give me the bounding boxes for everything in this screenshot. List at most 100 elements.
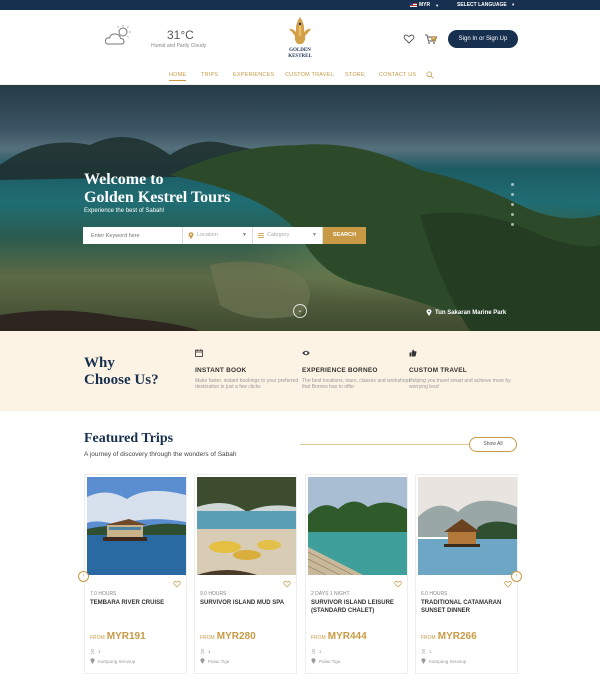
chevron-down-icon: ▼ — [511, 2, 516, 7]
site-header: 31°C Humid and Partly Cloudy GOLDEN KEST… — [0, 10, 600, 85]
keyword-input[interactable] — [83, 227, 183, 244]
feature-instant-book: INSTANT BOOK Make faster, instant bookin… — [195, 349, 310, 390]
weather-condition: Humid and Partly Cloudy — [151, 43, 207, 49]
user-icon — [421, 649, 426, 654]
price-prefix: FROM — [421, 635, 436, 641]
trip-price: FROM MYR280 — [200, 631, 256, 642]
hero-place-name: Tun Sakaran Marine Park — [435, 309, 507, 316]
feature-desc: Helping you travel smart and achieve mor… — [409, 378, 511, 390]
currency-label: MYR — [419, 2, 431, 8]
user-icon — [200, 649, 205, 654]
feature-title: INSTANT BOOK — [195, 367, 247, 374]
temperature: 31°C — [167, 28, 194, 42]
chevron-down-icon: ▼ — [242, 232, 247, 238]
list-icon — [258, 233, 264, 238]
category-select[interactable]: Category ▼ — [253, 227, 323, 244]
trip-pax: 1 — [311, 649, 322, 654]
favorite-heart-icon[interactable] — [173, 580, 181, 588]
why-choose-us-section: Why Choose Us? INSTANT BOOK Make faster,… — [0, 331, 600, 411]
nav-trips[interactable]: TRIPS — [201, 72, 218, 78]
favorite-heart-icon[interactable] — [283, 580, 291, 588]
nav-experiences[interactable]: EXPERIENCES — [233, 72, 274, 78]
carousel-prev-button[interactable]: ‹ — [78, 571, 89, 582]
location-name: Kampung Serusup — [429, 658, 467, 664]
location-select[interactable]: Location ▼ — [183, 227, 253, 244]
search-icon[interactable] — [426, 71, 434, 79]
user-icon — [311, 649, 316, 654]
pax-count: 1 — [98, 649, 101, 654]
nav-custom-travel[interactable]: CUSTOM TRAVEL — [285, 72, 334, 78]
trip-location: Pulau Tiga — [200, 658, 229, 664]
trip-card[interactable]: 6.0 HOURS TRADITIONAL CATAMARAN SUNSET D… — [415, 474, 518, 674]
trip-card[interactable]: 2 DAYS 1 NIGHT SURVIVOR ISLAND LEISURE (… — [305, 474, 408, 674]
chevron-left-icon: ‹ — [82, 573, 85, 579]
nav-contact-us[interactable]: CONTACT US — [379, 72, 416, 78]
why-title-line1: Why — [84, 355, 115, 371]
trip-price: FROM MYR266 — [421, 631, 477, 642]
price-value: MYR444 — [327, 631, 367, 642]
pax-count: 1 — [319, 649, 322, 654]
trip-name[interactable]: TEMBARA RIVER CRUISE — [90, 599, 186, 607]
pax-count: 1 — [208, 649, 211, 654]
why-title: Why Choose Us? — [84, 355, 159, 389]
feature-desc: Make faster, instant bookings to your pr… — [195, 378, 299, 390]
hero-location-caption: Tun Sakaran Marine Park — [426, 309, 506, 316]
hero-title: Welcome to Golden Kestrel Tours — [84, 171, 230, 207]
location-pin-icon — [421, 658, 426, 664]
chevron-down-icon: ▼ — [312, 232, 317, 238]
trip-location: Kampung Serusup — [421, 658, 466, 664]
trip-image — [87, 477, 186, 575]
currency-selector[interactable]: MYR ▼ — [410, 2, 439, 8]
trip-name[interactable]: SURVIVOR ISLAND LEISURE (STANDARD CHALET… — [311, 599, 407, 615]
slider-dot[interactable] — [511, 183, 514, 186]
price-prefix: FROM — [311, 635, 326, 641]
slider-dot[interactable] — [511, 213, 514, 216]
price-prefix: FROM — [200, 635, 215, 641]
show-all-button[interactable]: Show All — [469, 437, 517, 452]
wishlist-heart-icon[interactable] — [403, 33, 415, 45]
trip-card[interactable]: 9.0 HOURS SURVIVOR ISLAND MUD SPA FROM MY… — [194, 474, 297, 674]
chevron-down-icon: ▼ — [435, 2, 440, 8]
slider-dot[interactable] — [511, 193, 514, 196]
scroll-down-button[interactable]: ⌄ — [293, 304, 307, 318]
location-pin-icon — [188, 232, 194, 239]
trip-pax: 1 — [200, 649, 211, 654]
carousel-next-button[interactable]: › — [511, 571, 522, 582]
trip-duration: 7.0 HOURS — [90, 591, 117, 597]
favorite-heart-icon[interactable] — [394, 580, 402, 588]
slider-dot[interactable] — [511, 203, 514, 206]
favorite-heart-icon[interactable] — [504, 580, 512, 588]
location-name: Kampung Serusup — [98, 658, 136, 664]
hero-title-line2: Golden Kestrel Tours — [84, 189, 231, 206]
trip-duration: 9.0 HOURS — [200, 591, 227, 597]
user-icon — [90, 649, 95, 654]
search-button[interactable]: SEARCH — [323, 227, 366, 244]
top-bar: MYR ▼ SELECT LANGUAGE ▼ — [0, 0, 600, 10]
feature-title: EXPERIENCE BORNEO — [302, 367, 378, 374]
location-pin-icon — [200, 658, 205, 664]
hero-banner: Welcome to Golden Kestrel Tours Experien… — [0, 85, 600, 331]
why-title-line2: Choose Us? — [84, 372, 159, 388]
partly-cloudy-icon — [104, 25, 131, 45]
trip-card[interactable]: 7.0 HOURS TEMBARA RIVER CRUISE FROM MYR19… — [84, 474, 187, 674]
category-label: Category — [267, 232, 290, 238]
pax-count: 1 — [429, 649, 432, 654]
sign-in-button[interactable]: Sign In or Sign Up — [448, 30, 518, 48]
featured-trips-list: 7.0 HOURS TEMBARA RIVER CRUISE FROM MYR19… — [84, 474, 518, 674]
chevron-down-icon: ⌄ — [297, 308, 303, 314]
feature-title: CUSTOM TRAVEL — [409, 367, 467, 374]
eye-icon — [302, 350, 310, 356]
price-value: MYR266 — [437, 631, 477, 642]
flag-icon — [410, 3, 417, 7]
language-selector[interactable]: SELECT LANGUAGE ▼ — [457, 2, 515, 8]
slider-dot[interactable] — [511, 223, 514, 226]
trip-image — [418, 477, 517, 575]
trip-name[interactable]: TRADITIONAL CATAMARAN SUNSET DINNER — [421, 599, 517, 615]
trip-pax: 1 — [90, 649, 101, 654]
nav-home[interactable]: HOME — [169, 72, 187, 81]
trip-name[interactable]: SURVIVOR ISLAND MUD SPA — [200, 599, 296, 607]
trip-image — [197, 477, 296, 575]
nav-store[interactable]: STORE — [345, 72, 365, 78]
feature-desc: The best locations, tours, classes and w… — [302, 378, 411, 390]
cart-count-badge: 0 — [431, 36, 436, 41]
